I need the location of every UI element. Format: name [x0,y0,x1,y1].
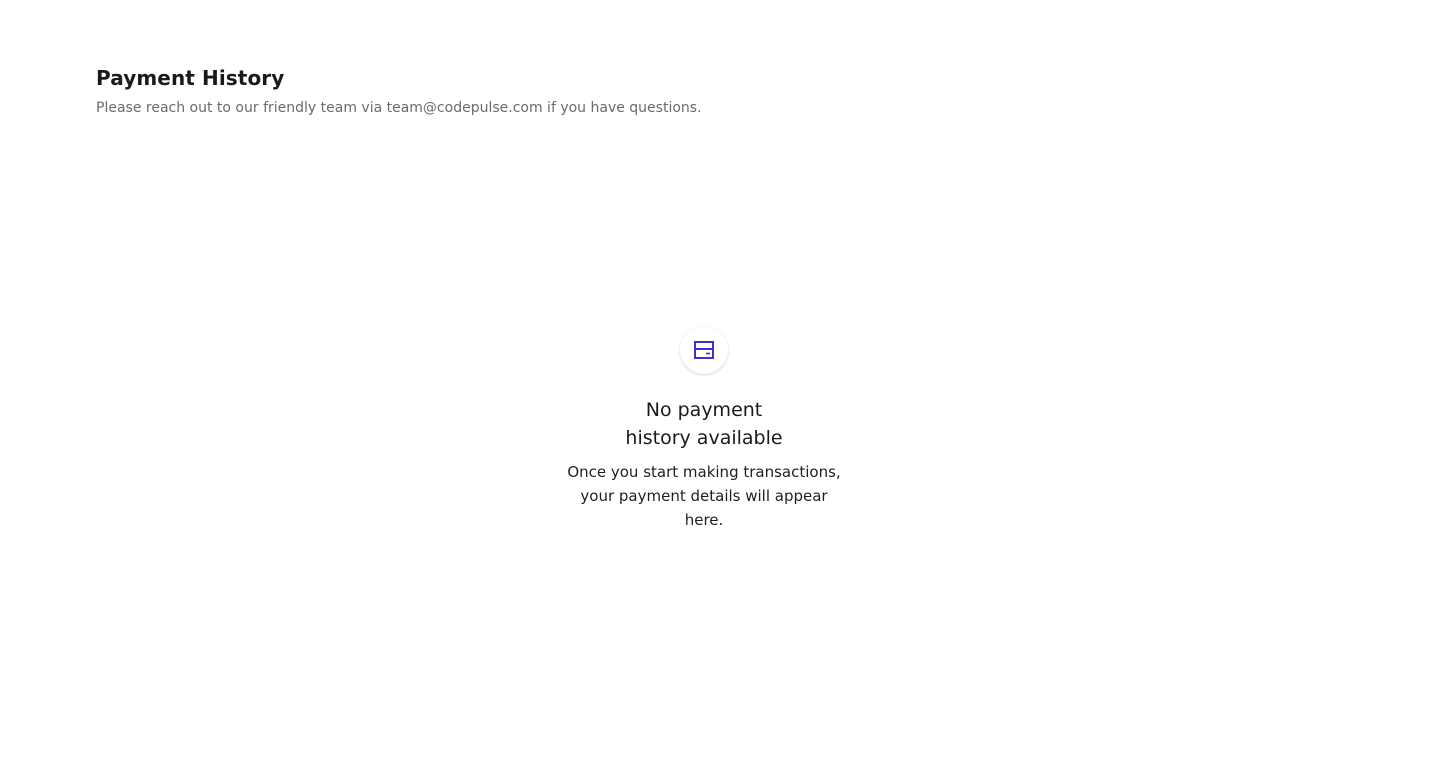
credit-card-icon [680,326,728,374]
page-header: Payment History Please reach out to our … [96,64,702,118]
empty-state: No payment history available Once you st… [554,326,854,532]
page-subtitle: Please reach out to our friendly team vi… [96,100,702,116]
credit-card-icon-graphic [694,341,714,359]
page-title: Payment History [96,66,285,90]
empty-state-description: Once you start making transactions, your… [567,463,841,529]
payment-history-page: Payment History Please reach out to our … [0,0,1440,768]
empty-state-title: No payment history available [625,399,783,449]
